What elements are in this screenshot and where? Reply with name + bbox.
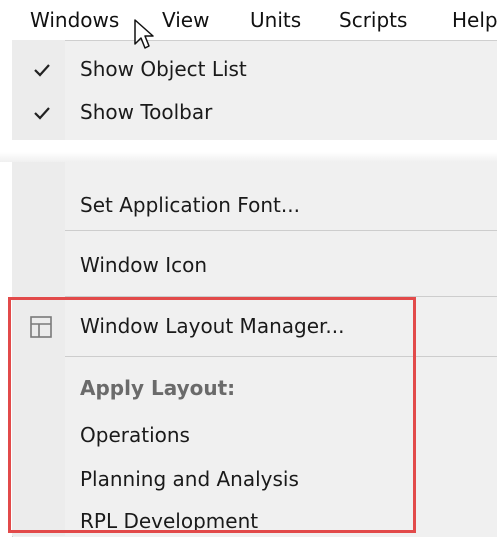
menu-scripts[interactable]: Scripts: [339, 7, 407, 33]
layout-operations-label: Operations: [80, 423, 190, 447]
menu-item-show-toolbar[interactable]: Show Toolbar: [12, 93, 497, 133]
layout-icon: [28, 314, 54, 340]
show-toolbar-label: Show Toolbar: [80, 100, 213, 124]
menu-item-show-object-list[interactable]: Show Object List: [12, 50, 497, 90]
menu-item-layout-planning-analysis[interactable]: Planning and Analysis: [12, 460, 497, 500]
menu-item-layout-rpl-development[interactable]: RPL Development: [12, 502, 497, 542]
menu-units[interactable]: Units: [250, 7, 301, 33]
apply-layout-header: Apply Layout:: [12, 369, 497, 409]
show-object-list-label: Show Object List: [80, 57, 247, 81]
set-app-font-label: Set Application Font...: [80, 193, 300, 217]
menu-item-layout-operations[interactable]: Operations: [12, 416, 497, 456]
menu-separator: [65, 296, 497, 297]
menu-separator: [65, 356, 497, 357]
check-icon: [28, 56, 56, 84]
layout-rpl-label: RPL Development: [80, 509, 259, 533]
menu-view[interactable]: View: [162, 7, 209, 33]
menu-help[interactable]: Help: [452, 7, 497, 33]
window-icon-label: Window Icon: [80, 253, 208, 277]
menu-item-set-application-font[interactable]: Set Application Font...: [12, 186, 497, 226]
layout-planning-label: Planning and Analysis: [80, 467, 299, 491]
menu-fold-gap: [0, 140, 497, 162]
menu-windows[interactable]: Windows: [30, 7, 119, 33]
menu-separator: [65, 230, 497, 231]
menu-item-window-layout-manager[interactable]: Window Layout Manager...: [12, 307, 497, 347]
menu-item-window-icon[interactable]: Window Icon: [12, 246, 497, 286]
mouse-pointer-icon: [133, 18, 157, 52]
layout-manager-label: Window Layout Manager...: [80, 314, 345, 338]
menu-bar: Windows View Units Scripts Help: [0, 0, 497, 40]
apply-layout-label: Apply Layout:: [80, 376, 236, 400]
check-icon: [28, 99, 56, 127]
